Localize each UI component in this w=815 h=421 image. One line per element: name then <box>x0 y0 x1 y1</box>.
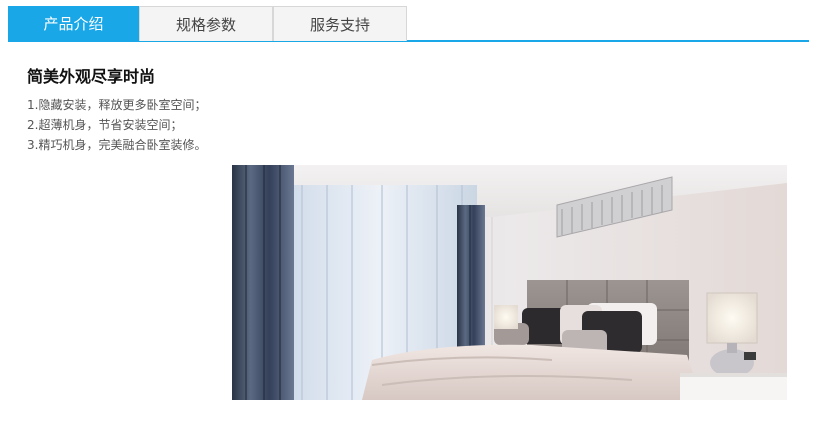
tab-product-intro[interactable]: 产品介绍 <box>8 6 139 41</box>
feature-item: 1.隐藏安装，释放更多卧室空间； <box>27 98 207 112</box>
feature-item: 2.超薄机身，节省安装空间； <box>27 118 183 132</box>
tab-bar: 产品介绍 规格参数 服务支持 <box>8 6 809 42</box>
bedroom-photo <box>232 165 787 400</box>
tab-specifications[interactable]: 规格参数 <box>139 6 273 41</box>
section-heading: 简美外观尽享时尚 <box>27 67 156 86</box>
tab-service-support[interactable]: 服务支持 <box>273 6 407 41</box>
feature-list: 1.隐藏安装，释放更多卧室空间； 2.超薄机身，节省安装空间； 3.精巧机身，完… <box>27 95 206 155</box>
feature-item: 3.精巧机身，完美融合卧室装修。 <box>27 138 207 152</box>
bedroom-illustration <box>232 165 787 400</box>
